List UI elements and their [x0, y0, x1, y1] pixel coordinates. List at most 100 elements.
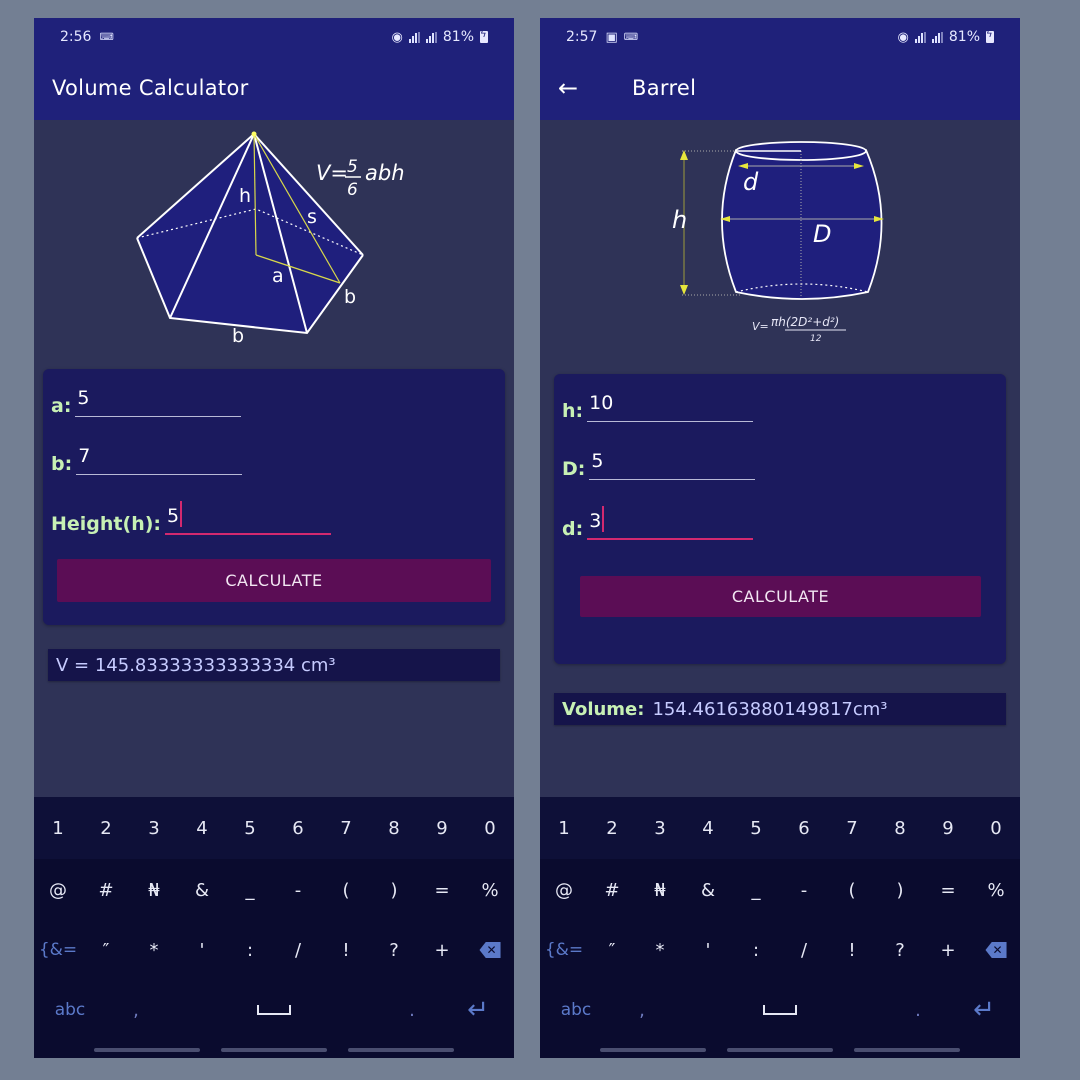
calculate-button[interactable]: CALCULATE — [57, 559, 491, 602]
key-4[interactable]: 4 — [684, 797, 732, 859]
key-colon[interactable]: : — [226, 921, 274, 979]
key-apostrophe[interactable]: ' — [684, 921, 732, 979]
calculate-button[interactable]: CALCULATE — [580, 576, 981, 617]
d-input[interactable]: 3 — [587, 504, 754, 540]
D-input[interactable]: 5 — [589, 446, 756, 480]
height-input[interactable]: 5 — [165, 499, 332, 535]
key-hash[interactable]: # — [588, 859, 636, 921]
key-open-paren[interactable]: ( — [828, 859, 876, 921]
key-1[interactable]: 1 — [34, 797, 82, 859]
key-plus[interactable]: + — [924, 921, 972, 979]
back-arrow-icon[interactable]: ← — [558, 74, 618, 102]
key-abc[interactable]: abc — [540, 979, 612, 1041]
field-a: a: 5 — [51, 383, 242, 417]
key-question[interactable]: ? — [876, 921, 924, 979]
nav-gesture-pill[interactable] — [347, 1048, 454, 1052]
nav-gesture-pill[interactable] — [600, 1048, 707, 1052]
backspace-key[interactable]: ✕ — [466, 921, 514, 979]
key-comma[interactable]: , — [612, 979, 672, 1041]
key-at[interactable]: @ — [34, 859, 82, 921]
key-close-paren[interactable]: ) — [370, 859, 418, 921]
key-5[interactable]: 5 — [226, 797, 274, 859]
key-4[interactable]: 4 — [178, 797, 226, 859]
key-more-symbols[interactable]: {&= — [540, 921, 588, 979]
key-slash[interactable]: / — [780, 921, 828, 979]
formula-suffix: abh — [365, 161, 405, 185]
hotspot-icon: ◉ — [391, 29, 403, 45]
key-equals[interactable]: = — [418, 859, 466, 921]
key-1[interactable]: 1 — [540, 797, 588, 859]
key-6[interactable]: 6 — [274, 797, 322, 859]
key-5[interactable]: 5 — [732, 797, 780, 859]
field-label: h: — [562, 400, 584, 422]
formula-denominator: 6 — [347, 180, 358, 200]
space-key[interactable] — [672, 979, 888, 1041]
key-percent[interactable]: % — [466, 859, 514, 921]
key-0[interactable]: 0 — [972, 797, 1020, 859]
key-3[interactable]: 3 — [636, 797, 684, 859]
key-period[interactable]: . — [382, 979, 442, 1041]
key-8[interactable]: 8 — [370, 797, 418, 859]
key-slash[interactable]: / — [274, 921, 322, 979]
label-b-base: b — [232, 325, 244, 347]
keyboard-row-punct: {&= ″ * ' : / ! ? + ✕ — [34, 921, 514, 979]
key-ampersand[interactable]: & — [684, 859, 732, 921]
key-open-paren[interactable]: ( — [322, 859, 370, 921]
key-colon[interactable]: : — [732, 921, 780, 979]
gesture-bar — [540, 1048, 1020, 1052]
key-ampersand[interactable]: & — [178, 859, 226, 921]
key-period[interactable]: . — [888, 979, 948, 1041]
result-text: 154.46163880149817cm³ — [652, 698, 888, 720]
label-b-side: b — [344, 286, 356, 308]
key-underscore[interactable]: _ — [226, 859, 274, 921]
key-8[interactable]: 8 — [876, 797, 924, 859]
b-input[interactable]: 7 — [76, 441, 243, 475]
result-box: V = 145.83333333333334 cm³ — [48, 649, 500, 681]
arrow-head — [680, 285, 688, 295]
key-3[interactable]: 3 — [130, 797, 178, 859]
a-input[interactable]: 5 — [75, 383, 242, 417]
key-more-symbols[interactable]: {&= — [34, 921, 82, 979]
key-double-quote[interactable]: ″ — [82, 921, 130, 979]
key-question[interactable]: ? — [370, 921, 418, 979]
key-equals[interactable]: = — [924, 859, 972, 921]
key-asterisk[interactable]: * — [636, 921, 684, 979]
field-label: Height(h): — [51, 513, 162, 535]
arrow-head — [680, 150, 688, 160]
backspace-key[interactable]: ✕ — [972, 921, 1020, 979]
enter-key[interactable]: ↵ — [442, 979, 514, 1041]
key-6[interactable]: 6 — [780, 797, 828, 859]
key-asterisk[interactable]: * — [130, 921, 178, 979]
key-7[interactable]: 7 — [828, 797, 876, 859]
key-percent[interactable]: % — [972, 859, 1020, 921]
enter-icon: ↵ — [973, 995, 995, 1025]
key-abc[interactable]: abc — [34, 979, 106, 1041]
space-key[interactable] — [166, 979, 382, 1041]
key-7[interactable]: 7 — [322, 797, 370, 859]
key-double-quote[interactable]: ″ — [588, 921, 636, 979]
key-exclamation[interactable]: ! — [322, 921, 370, 979]
key-9[interactable]: 9 — [924, 797, 972, 859]
key-naira[interactable]: ₦ — [130, 859, 178, 921]
key-9[interactable]: 9 — [418, 797, 466, 859]
key-2[interactable]: 2 — [82, 797, 130, 859]
key-plus[interactable]: + — [418, 921, 466, 979]
key-close-paren[interactable]: ) — [876, 859, 924, 921]
key-2[interactable]: 2 — [588, 797, 636, 859]
key-minus[interactable]: - — [780, 859, 828, 921]
key-exclamation[interactable]: ! — [828, 921, 876, 979]
nav-gesture-pill[interactable] — [726, 1048, 833, 1052]
key-0[interactable]: 0 — [466, 797, 514, 859]
key-naira[interactable]: ₦ — [636, 859, 684, 921]
key-comma[interactable]: , — [106, 979, 166, 1041]
key-minus[interactable]: - — [274, 859, 322, 921]
enter-key[interactable]: ↵ — [948, 979, 1020, 1041]
key-underscore[interactable]: _ — [732, 859, 780, 921]
key-at[interactable]: @ — [540, 859, 588, 921]
nav-gesture-pill[interactable] — [94, 1048, 201, 1052]
h-input[interactable]: 10 — [587, 388, 754, 422]
key-hash[interactable]: # — [82, 859, 130, 921]
nav-gesture-pill[interactable] — [220, 1048, 327, 1052]
nav-gesture-pill[interactable] — [853, 1048, 960, 1052]
key-apostrophe[interactable]: ' — [178, 921, 226, 979]
